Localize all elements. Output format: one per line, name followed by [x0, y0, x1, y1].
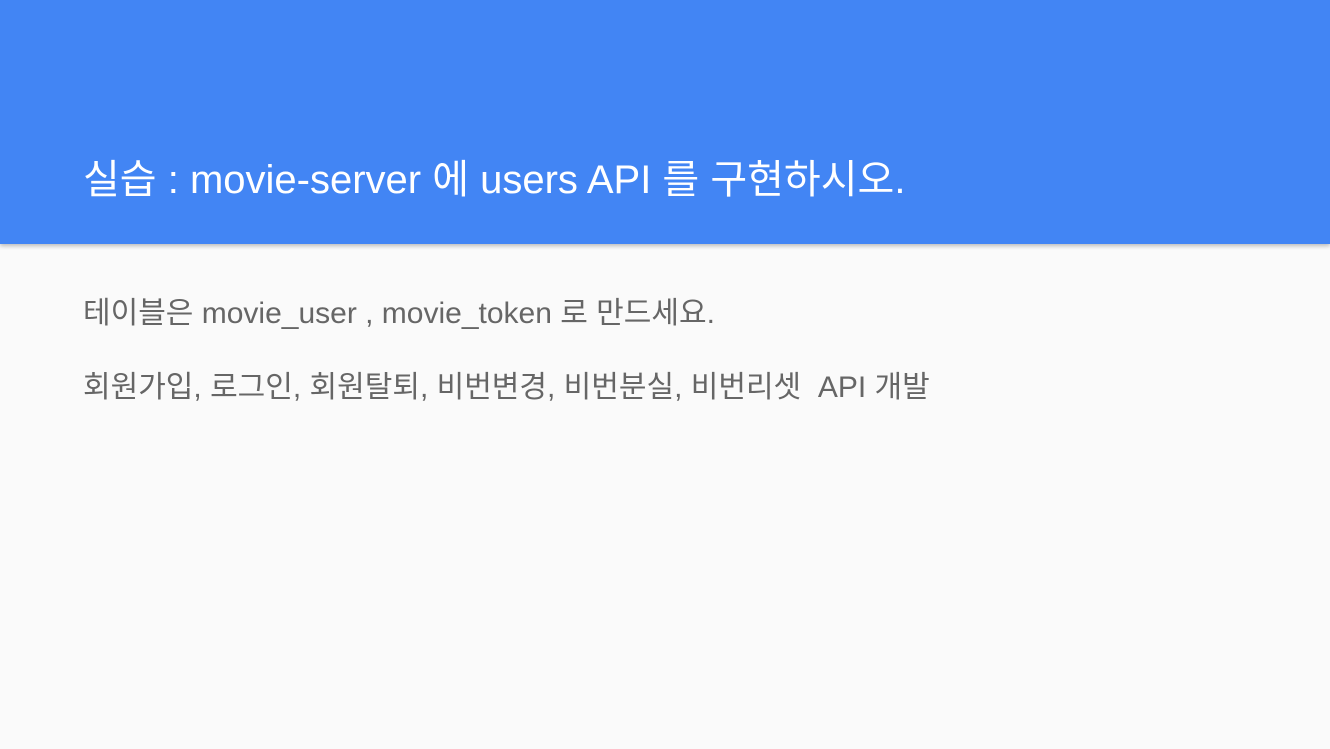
body-line-apis: 회원가입, 로그인, 회원탈퇴, 비번변경, 비번분실, 비번리셋 API 개발: [83, 371, 930, 404]
body-line-tables: 테이블은 movie_user , movie_token 로 만드세요.: [83, 297, 715, 330]
slide-title: 실습 : movie-server 에 users API 를 구현하시오.: [83, 158, 906, 202]
slide-header: 실습 : movie-server 에 users API 를 구현하시오.: [0, 0, 1330, 244]
